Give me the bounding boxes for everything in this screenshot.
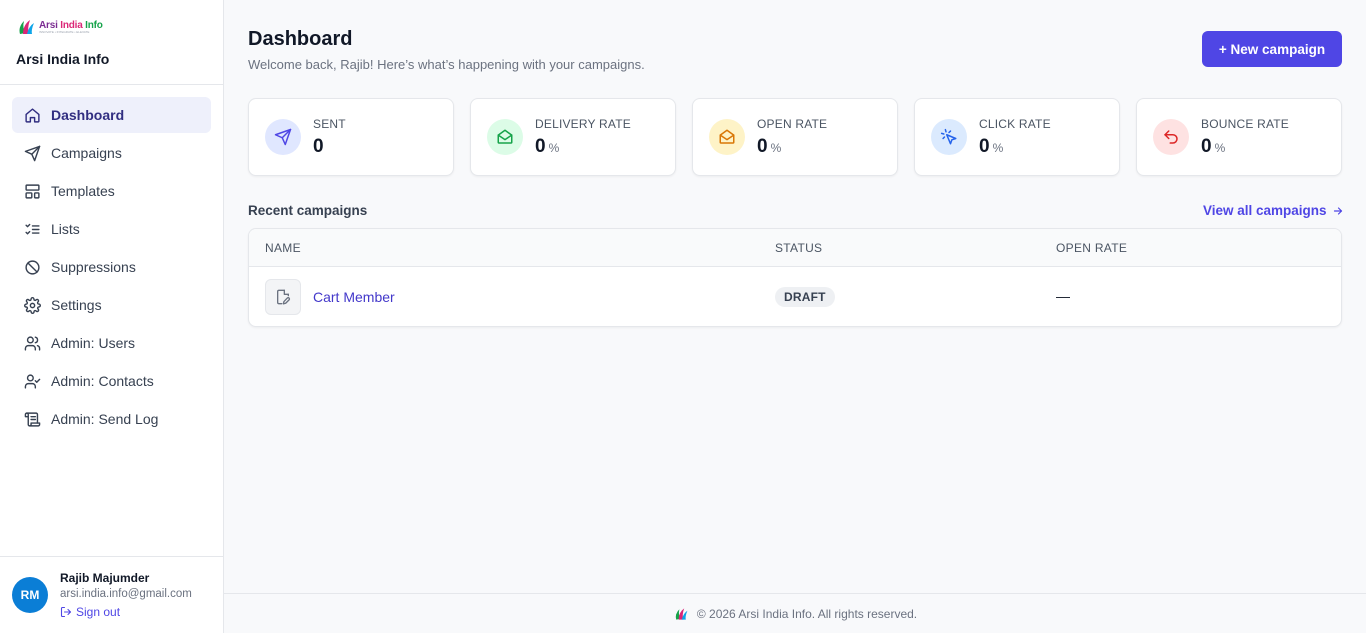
file-edit-icon [265, 279, 301, 315]
recent-campaigns-title: Recent campaigns [248, 203, 368, 218]
column-header-status[interactable]: STATUS [775, 241, 822, 255]
sidebar-item-label: Suppressions [51, 259, 136, 275]
column-header-open-rate[interactable]: OPEN RATE [1056, 241, 1127, 255]
table-header: NAME STATUS OPEN RATE [249, 229, 1341, 267]
home-icon [23, 106, 41, 124]
campaign-open-rate: — [1056, 288, 1070, 304]
avatar[interactable]: RM [12, 577, 48, 613]
sidebar-item-label: Admin: Users [51, 335, 136, 351]
brand: Arsi India Info INNOVATE • INTEGRATE • E… [0, 0, 223, 85]
sign-out-label: Sign out [76, 605, 121, 619]
user-info: Rajib Majumder arsi.india.info@gmail.com… [60, 571, 192, 633]
send-icon [23, 144, 41, 162]
page-title: Dashboard [248, 28, 353, 50]
view-all-label: View all campaigns [1203, 203, 1327, 218]
brand-name: Arsi India Info [16, 51, 110, 67]
sidebar-item-templates[interactable]: Templates [12, 173, 211, 209]
stat-value: 0% [535, 136, 560, 157]
page-subtitle: Welcome back, Rajib! Here’s what’s happe… [248, 57, 645, 72]
sidebar-item-dashboard[interactable]: Dashboard [12, 97, 211, 133]
stat-label: BOUNCE RATE [1201, 117, 1289, 131]
sidebar-item-label: Campaigns [51, 145, 122, 161]
sidebar-item-admin-send-log[interactable]: Admin: Send Log [12, 401, 211, 437]
list-checks-icon [23, 220, 41, 238]
users-icon [23, 334, 41, 352]
sidebar-item-label: Dashboard [51, 107, 125, 123]
recent-campaigns-table: NAME STATUS OPEN RATE Cart Member DRAFT … [248, 228, 1342, 327]
footer-text: © 2026 Arsi India Info. All rights reser… [696, 606, 918, 621]
footer: © 2026 Arsi India Info. All rights reser… [224, 593, 1366, 633]
sidebar-nav: Dashboard Campaigns Templates Lists Supp… [0, 85, 223, 437]
stat-value: 0 [313, 136, 324, 157]
user-check-icon [23, 372, 41, 390]
view-all-campaigns-link[interactable]: View all campaigns [1203, 203, 1344, 218]
stat-card-bounce-rate: BOUNCE RATE 0% [1136, 98, 1342, 176]
column-header-name[interactable]: NAME [265, 241, 301, 255]
arrow-right-icon [1333, 206, 1342, 215]
ban-icon [23, 258, 41, 276]
stat-card-open-rate: OPEN RATE 0% [692, 98, 898, 176]
sidebar-item-admin-contacts[interactable]: Admin: Contacts [12, 363, 211, 399]
sign-out-link[interactable]: Sign out [60, 605, 192, 619]
undo-icon [1153, 119, 1189, 155]
pointer-click-icon [931, 119, 967, 155]
sidebar-item-lists[interactable]: Lists [12, 211, 211, 247]
brand-logo[interactable]: Arsi India Info INNOVATE • INTEGRATE • E… [16, 16, 207, 38]
stat-label: SENT [313, 117, 346, 131]
table-row[interactable]: Cart Member DRAFT — [249, 267, 1341, 326]
status-badge: DRAFT [775, 287, 835, 307]
sidebar-item-label: Settings [51, 297, 102, 313]
sidebar-item-campaigns[interactable]: Campaigns [12, 135, 211, 171]
sidebar-item-label: Lists [51, 221, 80, 237]
stat-label: DELIVERY RATE [535, 117, 631, 131]
stat-value: 0% [979, 136, 1004, 157]
logo-mark-icon [19, 20, 34, 34]
campaign-name-link[interactable]: Cart Member [313, 289, 395, 305]
stat-label: CLICK RATE [979, 117, 1051, 131]
user-panel: RM Rajib Majumder arsi.india.info@gmail.… [0, 556, 223, 633]
stat-label: OPEN RATE [757, 117, 828, 131]
stat-value: 0% [757, 136, 782, 157]
gear-icon [23, 296, 41, 314]
layout-icon [23, 182, 41, 200]
sidebar-item-label: Admin: Contacts [51, 373, 154, 389]
sidebar-item-label: Admin: Send Log [51, 411, 159, 427]
stat-card-delivery-rate: DELIVERY RATE 0% [470, 98, 676, 176]
stat-card-click-rate: CLICK RATE 0% [914, 98, 1120, 176]
log-out-icon [60, 606, 72, 618]
scroll-icon [23, 410, 41, 428]
sidebar-item-label: Templates [51, 183, 115, 199]
stats-row: SENT 0 DELIVERY RATE 0% OPEN RATE 0% CLI… [248, 98, 1342, 176]
stat-card-sent: SENT 0 [248, 98, 454, 176]
mail-open-icon [487, 119, 523, 155]
stat-value: 0% [1201, 136, 1226, 157]
sidebar-item-admin-users[interactable]: Admin: Users [12, 325, 211, 361]
user-name: Rajib Majumder [60, 571, 150, 585]
sidebar: Arsi India Info INNOVATE • INTEGRATE • E… [0, 0, 224, 633]
user-email: arsi.india.info@gmail.com [60, 588, 192, 600]
new-campaign-button[interactable]: + New campaign [1202, 31, 1342, 67]
logo-mark-icon [675, 607, 688, 620]
sidebar-item-suppressions[interactable]: Suppressions [12, 249, 211, 285]
mail-open-icon [709, 119, 745, 155]
main-content: Dashboard Welcome back, Rajib! Here’s wh… [224, 0, 1366, 633]
sidebar-item-settings[interactable]: Settings [12, 287, 211, 323]
send-icon [265, 119, 301, 155]
